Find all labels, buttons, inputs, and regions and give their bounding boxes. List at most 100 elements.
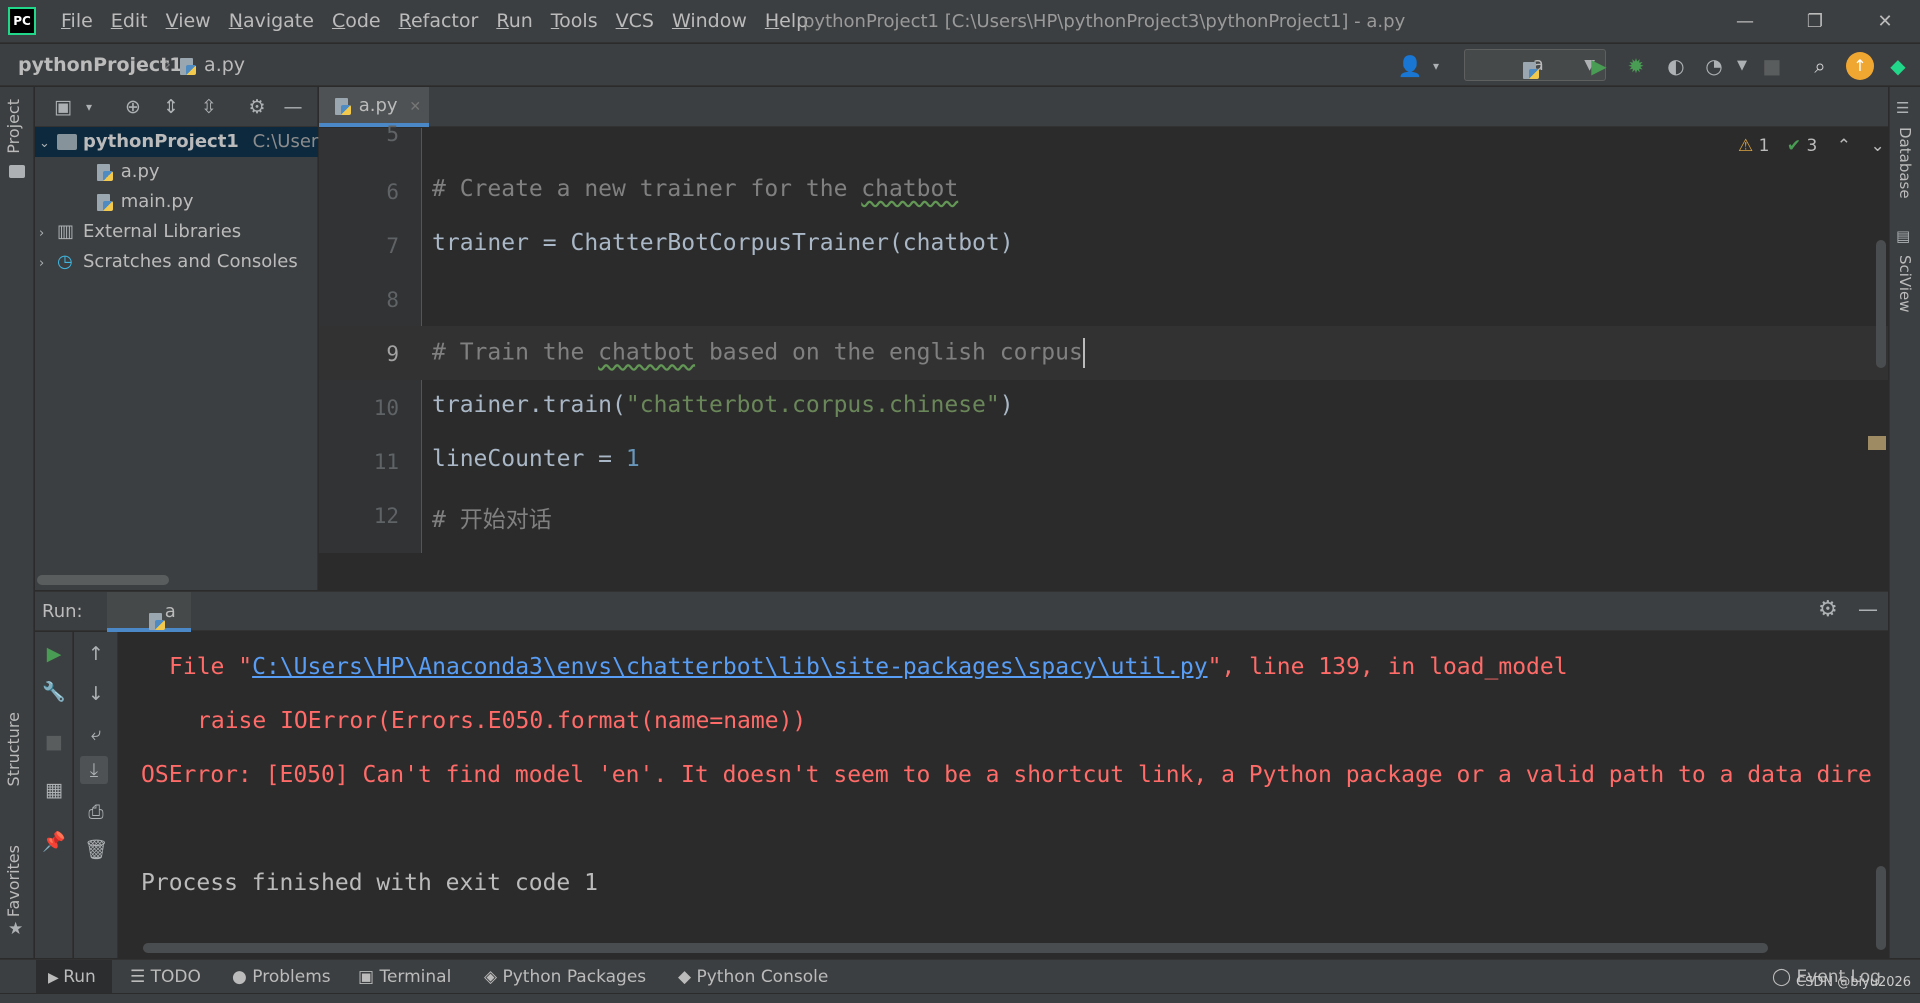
file-path-link[interactable]: C:\Users\HP\Anaconda3\envs\chatterbot\li…	[252, 654, 1207, 680]
list-icon: ☰	[130, 967, 151, 987]
menu-navigate[interactable]: Navigate	[220, 0, 323, 43]
project-folder-icon	[9, 165, 25, 178]
coverage-icon[interactable]: ◐	[1662, 52, 1690, 80]
breadcrumb-file[interactable]: a.py	[180, 44, 245, 86]
locate-icon[interactable]: ⊕	[119, 93, 147, 121]
wrench-icon[interactable]: 🔧	[40, 678, 68, 706]
error-stripe-marker[interactable]	[1868, 436, 1886, 450]
current-line-number: 9	[386, 342, 399, 366]
menu-file[interactable]: File	[52, 0, 102, 43]
code-line-11: lineCounter = 1	[432, 446, 640, 472]
stop-icon[interactable]: ■	[40, 728, 68, 756]
project-horizontal-scrollbar[interactable]	[37, 575, 169, 585]
pin-icon[interactable]: 📌	[40, 828, 68, 856]
menu-edit[interactable]: Edit	[102, 0, 157, 43]
tool-python-packages[interactable]: ◈ Python Packages	[484, 960, 646, 994]
tree-item-main-py[interactable]: main.py	[97, 187, 194, 217]
menu-view[interactable]: View	[157, 0, 220, 43]
line-number: 8	[386, 288, 399, 312]
tab-a-py[interactable]: a.py ✕	[319, 87, 429, 127]
chevron-right-icon: ›	[39, 256, 45, 271]
next-problem-icon[interactable]: ⌄	[1870, 136, 1884, 156]
database-icon: ☰	[1896, 99, 1910, 117]
tool-problems[interactable]: ● Problems	[232, 960, 331, 994]
soft-wrap-icon[interactable]: ⤶	[82, 720, 110, 748]
project-view-dropdown-icon[interactable]: ▾	[75, 93, 103, 121]
menu-tools[interactable]: Tools	[542, 0, 607, 43]
menu-refactor[interactable]: Refactor	[390, 0, 488, 43]
project-view-icon[interactable]: ▣	[49, 93, 77, 121]
run-actions-strip: ▶ 🔧 ■ ▦ 📌	[35, 632, 73, 958]
console-vertical-scrollbar[interactable]	[1876, 866, 1886, 950]
menu-code[interactable]: Code	[323, 0, 390, 43]
hide-run-panel-icon[interactable]: —	[1858, 597, 1878, 621]
profile-icon[interactable]: ◔	[1700, 52, 1728, 80]
restore-icon[interactable]: ❐	[1780, 0, 1850, 43]
tab-sciview[interactable]: SciView	[1896, 255, 1914, 313]
tab-project-label: Project	[4, 99, 23, 154]
collapse-all-icon[interactable]: ⇳	[195, 93, 223, 121]
update-icon[interactable]: ↑	[1846, 52, 1874, 80]
tab-database[interactable]: Database	[1896, 127, 1914, 199]
breadcrumb-project[interactable]: pythonProject1	[18, 44, 183, 86]
menu-run[interactable]: Run	[487, 0, 541, 43]
tab-favorites-label: Favorites	[4, 845, 23, 918]
comment-text: # Create a new trainer for the	[432, 176, 862, 202]
user-dropdown-icon[interactable]: ▾	[1422, 52, 1450, 80]
close-window-icon[interactable]: ✕	[1850, 0, 1920, 43]
search-icon[interactable]: ⌕	[1806, 52, 1834, 80]
previous-problem-icon[interactable]: ⌃	[1837, 136, 1851, 156]
stop-icon[interactable]: ■	[1758, 52, 1786, 80]
scroll-to-end-icon[interactable]: ⤓	[80, 756, 108, 784]
tree-item-a-py[interactable]: a.py	[97, 157, 160, 187]
run-icon: ▶	[48, 970, 64, 986]
gear-icon[interactable]: ⚙	[1818, 597, 1838, 622]
tab-a-py-label: a.py	[358, 95, 398, 116]
more-run-options-icon[interactable]: ▼	[1728, 52, 1756, 80]
tool-terminal[interactable]: ▣ Terminal	[358, 960, 451, 994]
debug-icon[interactable]: ✹	[1622, 52, 1650, 80]
line-number: 6	[386, 180, 399, 204]
tool-run[interactable]: ▶ Run	[36, 960, 112, 994]
close-tab-icon[interactable]: ✕	[409, 99, 421, 115]
warning-icon: ⚠	[1738, 136, 1754, 156]
rerun-icon[interactable]: ▶	[40, 640, 68, 668]
python-file-icon	[180, 56, 198, 76]
print-icon[interactable]: ⎙	[82, 798, 110, 826]
tab-favorites[interactable]: Favorites	[4, 845, 23, 917]
run-icon[interactable]: ▶	[1585, 52, 1613, 80]
user-icon[interactable]: 👤	[1396, 52, 1424, 80]
trash-icon[interactable]: 🗑	[82, 836, 110, 864]
tree-item-external-libraries[interactable]: › ▥ External Libraries	[39, 217, 241, 247]
pycharm-logo-icon: PC	[8, 7, 36, 35]
run-panel-header: Run: a ✕ ⚙ —	[35, 591, 1888, 661]
hide-panel-icon[interactable]: —	[279, 93, 307, 121]
tree-item-label: main.py	[120, 191, 194, 212]
line-number: 7	[386, 234, 399, 258]
editor-vertical-scrollbar[interactable]	[1876, 240, 1886, 368]
weak-warning-count: 3	[1806, 136, 1818, 156]
tool-python-console[interactable]: ◆ Python Console	[678, 960, 828, 994]
plugin-logo-icon[interactable]: ◆	[1884, 52, 1912, 80]
run-tab-a[interactable]: a ✕	[107, 592, 191, 661]
minimize-icon[interactable]: —	[1710, 0, 1780, 43]
tab-structure[interactable]: Structure	[4, 712, 23, 786]
layout-icon[interactable]: ▦	[40, 776, 68, 804]
menu-vcs[interactable]: VCS	[607, 0, 663, 43]
inspection-widget[interactable]: ⚠ 1 ✔ 3 ⌃ ⌄	[1738, 136, 1885, 156]
tree-root-label: pythonProject1	[83, 131, 239, 152]
tool-problems-label: Problems	[252, 967, 331, 987]
tree-root[interactable]: ⌄ pythonProject1 C:\Users\	[39, 127, 334, 157]
gear-icon[interactable]: ⚙	[243, 93, 271, 121]
expand-all-icon[interactable]: ⇕	[157, 93, 185, 121]
tree-item-scratches[interactable]: › ◷ Scratches and Consoles	[39, 247, 298, 277]
tool-todo[interactable]: ☰ TODO	[130, 960, 201, 994]
console-horizontal-scrollbar[interactable]	[143, 943, 1768, 953]
menu-window[interactable]: Window	[663, 0, 756, 43]
tree-item-label: Scratches and Consoles	[83, 251, 298, 272]
tab-project[interactable]: Project	[4, 99, 23, 154]
down-arrow-icon[interactable]: ↓	[82, 680, 110, 708]
console-output[interactable]: File "C:\Users\HP\Anaconda3\envs\chatter…	[119, 632, 1888, 958]
up-arrow-icon[interactable]: ↑	[82, 640, 110, 668]
console-actions-strip: ↑ ↓ ⤶ ⤓ ⎙ 🗑	[74, 632, 118, 958]
